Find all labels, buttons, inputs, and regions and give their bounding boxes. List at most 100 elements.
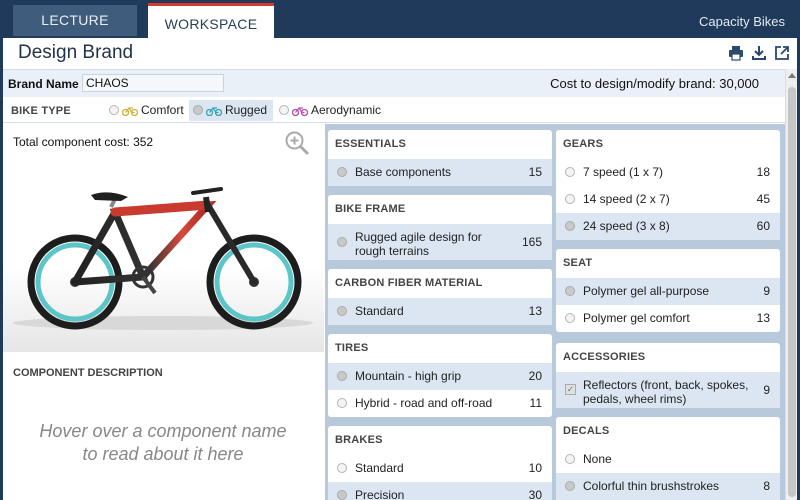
- option-price: 165: [521, 235, 542, 249]
- bike-type-option-rugged[interactable]: Rugged: [189, 100, 274, 121]
- bike-image: [3, 187, 324, 352]
- section-carbon-fiber: CARBON FIBER MATERIAL Standard 13: [328, 269, 552, 325]
- option-price: 13: [528, 304, 542, 318]
- option-tires-mountain[interactable]: Mountain - high grip 20: [328, 363, 552, 390]
- print-icon[interactable]: [728, 45, 744, 61]
- option-gears-7[interactable]: 7 speed (1 x 7) 18: [556, 159, 780, 186]
- section-brakes: BRAKES Standard 10 Precision 30: [328, 426, 552, 500]
- bike-icon: [122, 106, 138, 116]
- brand-name-row: Brand Name Cost to design/modify brand: …: [3, 69, 785, 97]
- zoom-in-icon[interactable]: [284, 130, 310, 161]
- option-price: 11: [529, 396, 542, 410]
- brand-cost-text: Cost to design/modify brand: 30,000: [550, 76, 759, 91]
- option-price: 9: [763, 383, 770, 397]
- bike-type-option-comfort[interactable]: Comfort: [105, 100, 190, 121]
- option-label: None: [583, 452, 612, 466]
- option-tires-hybrid[interactable]: Hybrid - road and off-road 11: [328, 390, 552, 417]
- radio-icon: [565, 454, 575, 464]
- bike-icon: [292, 106, 308, 116]
- section-title: BIKE FRAME: [335, 203, 406, 215]
- checkbox-icon: ✓: [565, 384, 576, 395]
- section-decals: DECALS None Colorful thin brushstrokes 8: [556, 417, 780, 500]
- section-bike-frame: BIKE FRAME Rugged agile design for rough…: [328, 195, 552, 260]
- radio-icon: [337, 371, 347, 381]
- radio-icon: [337, 167, 347, 177]
- total-component-cost: Total component cost: 352: [13, 135, 154, 149]
- option-label: Standard: [355, 304, 404, 318]
- option-label: Polymer gel all-purpose: [583, 284, 710, 298]
- brand-name-label: Brand Name: [8, 77, 79, 91]
- section-title: SEAT: [563, 257, 593, 269]
- radio-icon: [565, 167, 575, 177]
- option-label: Hybrid - road and off-road: [355, 396, 493, 410]
- download-icon[interactable]: [751, 45, 767, 61]
- page-scrollbar[interactable]: [785, 69, 797, 500]
- option-price: 13: [756, 311, 770, 325]
- section-essentials: ESSENTIALS Base components 15: [328, 130, 552, 186]
- brand-name-input[interactable]: [82, 74, 224, 92]
- option-base-components[interactable]: Base components 15: [328, 159, 552, 186]
- radio-icon: [337, 398, 347, 408]
- radio-icon: [193, 105, 203, 115]
- option-carbon-standard[interactable]: Standard 13: [328, 298, 552, 325]
- section-title: ACCESSORIES: [563, 351, 646, 363]
- option-price: 20: [528, 369, 542, 383]
- section-accessories: ACCESSORIES ✓ Reflectors (front, back, s…: [556, 343, 780, 408]
- option-brakes-precision[interactable]: Precision 30: [328, 482, 552, 500]
- option-label: Precision: [355, 488, 405, 500]
- radio-icon: [565, 194, 575, 204]
- option-label: 24 speed (3 x 8): [583, 219, 670, 233]
- scrollbar-thumb[interactable]: [788, 87, 796, 497]
- option-seat-comfort[interactable]: Polymer gel comfort 13: [556, 305, 780, 332]
- option-rugged-frame[interactable]: Rugged agile design for rough terrains 1…: [328, 224, 552, 260]
- title-row: Design Brand: [3, 38, 797, 68]
- section-title: TIRES: [335, 342, 369, 354]
- option-reflectors[interactable]: ✓ Reflectors (front, back, spokes, pedal…: [556, 372, 780, 408]
- option-label: 14 speed (2 x 7): [583, 192, 670, 206]
- component-description-label: COMPONENT DESCRIPTION: [13, 367, 163, 379]
- component-description-placeholder: Hover over a component name to read abou…: [39, 421, 287, 464]
- bike-type-option-aerodynamic[interactable]: Aerodynamic: [275, 100, 387, 121]
- option-seat-all-purpose[interactable]: Polymer gel all-purpose 9: [556, 278, 780, 305]
- option-decals-brushstrokes[interactable]: Colorful thin brushstrokes 8: [556, 473, 780, 500]
- section-title: BRAKES: [335, 434, 383, 446]
- option-label: 7 speed (1 x 7): [583, 165, 664, 179]
- option-price: 8: [763, 479, 770, 493]
- bike-type-row: BIKE TYPE Comfort Rugged Aerodynamic: [3, 98, 785, 123]
- section-title: ESSENTIALS: [335, 138, 407, 150]
- bike-type-label-comfort: Comfort: [141, 103, 184, 117]
- page-title: Design Brand: [18, 42, 134, 63]
- radio-icon: [337, 306, 347, 316]
- radio-icon: [337, 237, 347, 247]
- option-gears-24[interactable]: 24 speed (3 x 8) 60: [556, 213, 780, 240]
- bike-icon: [206, 106, 222, 116]
- option-label: Mountain - high grip: [355, 369, 462, 383]
- components-panel: ESSENTIALS Base components 15 BIKE FRAME…: [325, 124, 785, 500]
- bike-type-label-rugged: Rugged: [225, 103, 268, 117]
- option-price: 9: [763, 284, 770, 298]
- option-gears-14[interactable]: 14 speed (2 x 7) 45: [556, 186, 780, 213]
- radio-icon: [565, 286, 575, 296]
- radio-icon: [337, 490, 347, 500]
- radio-icon: [565, 481, 575, 491]
- option-price: 15: [528, 165, 542, 179]
- company-name: Capacity Bikes: [699, 14, 785, 29]
- option-label: Base components: [355, 165, 452, 179]
- option-price: 10: [528, 461, 542, 475]
- section-gears: GEARS 7 speed (1 x 7) 18 14 speed (2 x 7…: [556, 130, 780, 240]
- top-navigation-bar: LECTURE WORKSPACE Capacity Bikes: [3, 3, 797, 38]
- scroll-up-arrow-icon[interactable]: [788, 73, 796, 78]
- popout-icon[interactable]: [774, 45, 790, 61]
- option-decals-none[interactable]: None: [556, 446, 780, 473]
- section-tires: TIRES Mountain - high grip 20 Hybrid - r…: [328, 334, 552, 417]
- section-title: DECALS: [563, 425, 610, 437]
- radio-icon: [565, 221, 575, 231]
- option-brakes-standard[interactable]: Standard 10: [328, 455, 552, 482]
- tab-workspace[interactable]: WORKSPACE: [148, 3, 274, 38]
- tab-lecture[interactable]: LECTURE: [13, 5, 137, 36]
- option-label: Colorful thin brushstrokes: [583, 479, 720, 493]
- option-price: 60: [756, 219, 770, 233]
- option-label: Rugged agile design for rough terrains: [355, 230, 482, 258]
- radio-icon: [565, 313, 575, 323]
- option-label: Polymer gel comfort: [583, 311, 690, 325]
